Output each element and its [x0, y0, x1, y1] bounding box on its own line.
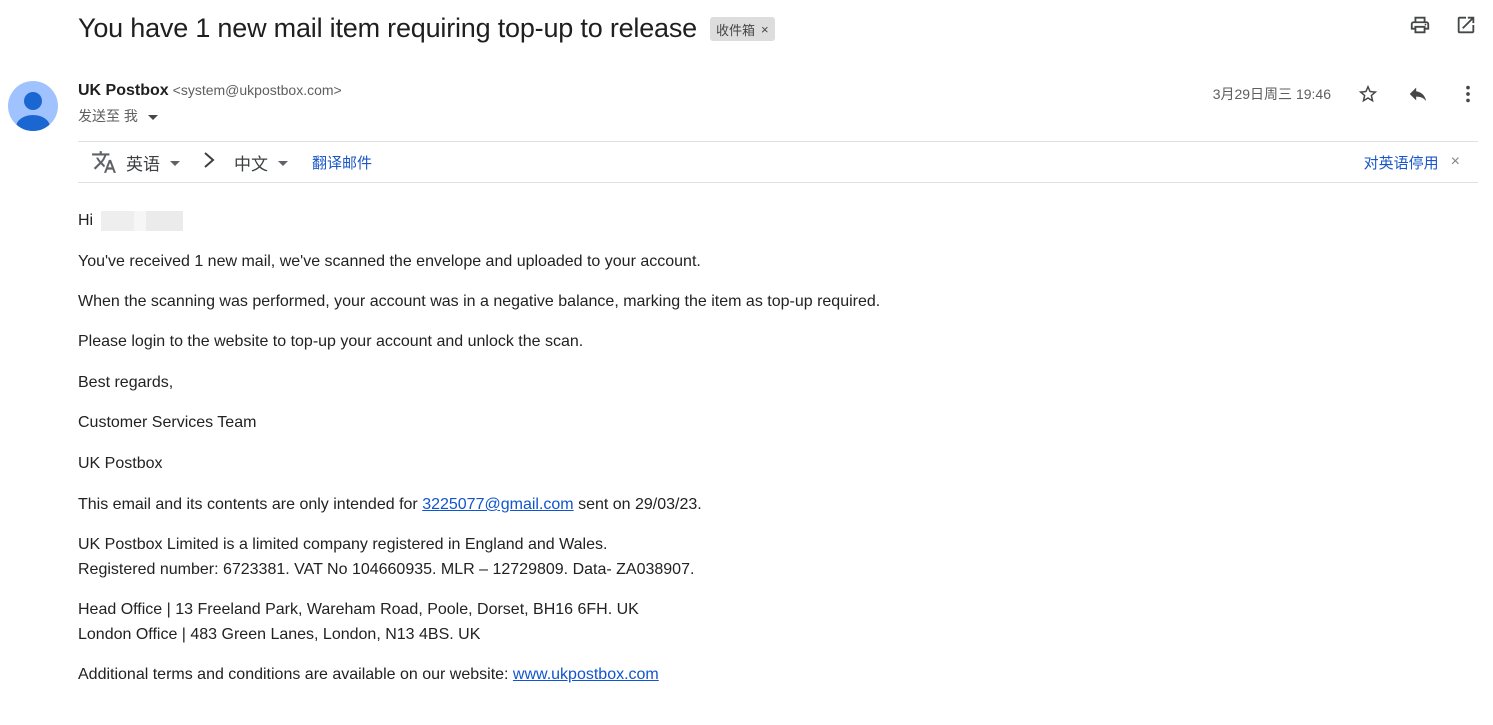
redacted-name: [101, 210, 184, 231]
dropdown-arrow-icon: [170, 160, 180, 166]
paragraph-balance: When the scanning was performed, your ac…: [78, 293, 881, 310]
target-language-select[interactable]: 中文: [234, 150, 288, 175]
sender-email: <system@ukpostbox.com>: [172, 82, 342, 98]
translate-icon: [90, 148, 118, 176]
email-subject: You have 1 new mail item requiring top-u…: [78, 12, 697, 43]
sign-off: Best regards,: [78, 374, 174, 391]
top-actions: [1409, 14, 1477, 36]
print-icon[interactable]: [1409, 14, 1431, 36]
head-office-address: Head Office | 13 Freeland Park, Wareham …: [78, 601, 639, 618]
paragraph-received: You've received 1 new mail, we've scanne…: [78, 253, 701, 270]
translate-message-link[interactable]: 翻译邮件: [312, 152, 372, 173]
to-label: 发送至 我: [78, 108, 138, 124]
sender-info: UK Postbox <system@ukpostbox.com> 发送至 我: [78, 82, 342, 126]
more-vert-icon[interactable]: [1457, 83, 1479, 105]
person-icon: [16, 92, 50, 131]
message-meta: 3月29日周三 19:46: [1213, 82, 1479, 106]
registration-line-1: UK Postbox Limited is a limited company …: [78, 536, 608, 553]
team-name: Customer Services Team: [78, 414, 257, 431]
dropdown-arrow-icon: [278, 160, 288, 166]
source-language-select[interactable]: 英语: [126, 150, 180, 175]
paragraph-login: Please login to the website to top-up yo…: [78, 333, 584, 350]
greeting: Hi: [78, 208, 1458, 233]
translate-bar: 英语 中文 翻译邮件 对英语停用 ×: [78, 141, 1478, 183]
message-date: 3月29日周三 19:46: [1212, 86, 1331, 102]
chevron-right-icon: [202, 151, 216, 174]
website-link[interactable]: www.ukpostbox.com: [513, 666, 659, 683]
greeting-text: Hi: [78, 211, 94, 229]
disable-translation-link[interactable]: 对英语停用: [1364, 152, 1439, 173]
subject-row: You have 1 new mail item requiring top-u…: [78, 10, 775, 46]
terms-notice: Additional terms and conditions are avai…: [78, 666, 659, 683]
sender-name[interactable]: UK Postbox: [78, 82, 169, 100]
email-view: You have 1 new mail item requiring top-u…: [0, 0, 1493, 725]
source-language-label: 英语: [126, 154, 160, 174]
london-office-address: London Office | 483 Green Lanes, London,…: [78, 626, 481, 643]
inbox-label-chip[interactable]: 收件箱 ×: [709, 17, 775, 41]
remove-label-button[interactable]: ×: [761, 22, 769, 37]
registration-line-2: Registered number: 6723381. VAT No 10466…: [78, 561, 695, 578]
close-translate-bar-button[interactable]: ×: [1451, 154, 1460, 170]
recipient-email-link[interactable]: 3225077@gmail.com: [422, 496, 573, 513]
sender-avatar[interactable]: [8, 81, 58, 131]
recipients-toggle[interactable]: 发送至 我: [78, 106, 342, 126]
company-name: UK Postbox: [78, 455, 163, 472]
intended-recipient-notice: This email and its contents are only int…: [78, 496, 702, 513]
message-body: Hi You've received 1 new mail, we've sca…: [78, 208, 1458, 687]
chevron-down-icon: [147, 114, 158, 120]
label-text: 收件箱: [715, 22, 755, 38]
reply-icon[interactable]: [1407, 83, 1429, 105]
open-in-new-icon[interactable]: [1455, 14, 1477, 36]
target-language-label: 中文: [234, 154, 268, 174]
star-icon[interactable]: [1357, 83, 1379, 105]
